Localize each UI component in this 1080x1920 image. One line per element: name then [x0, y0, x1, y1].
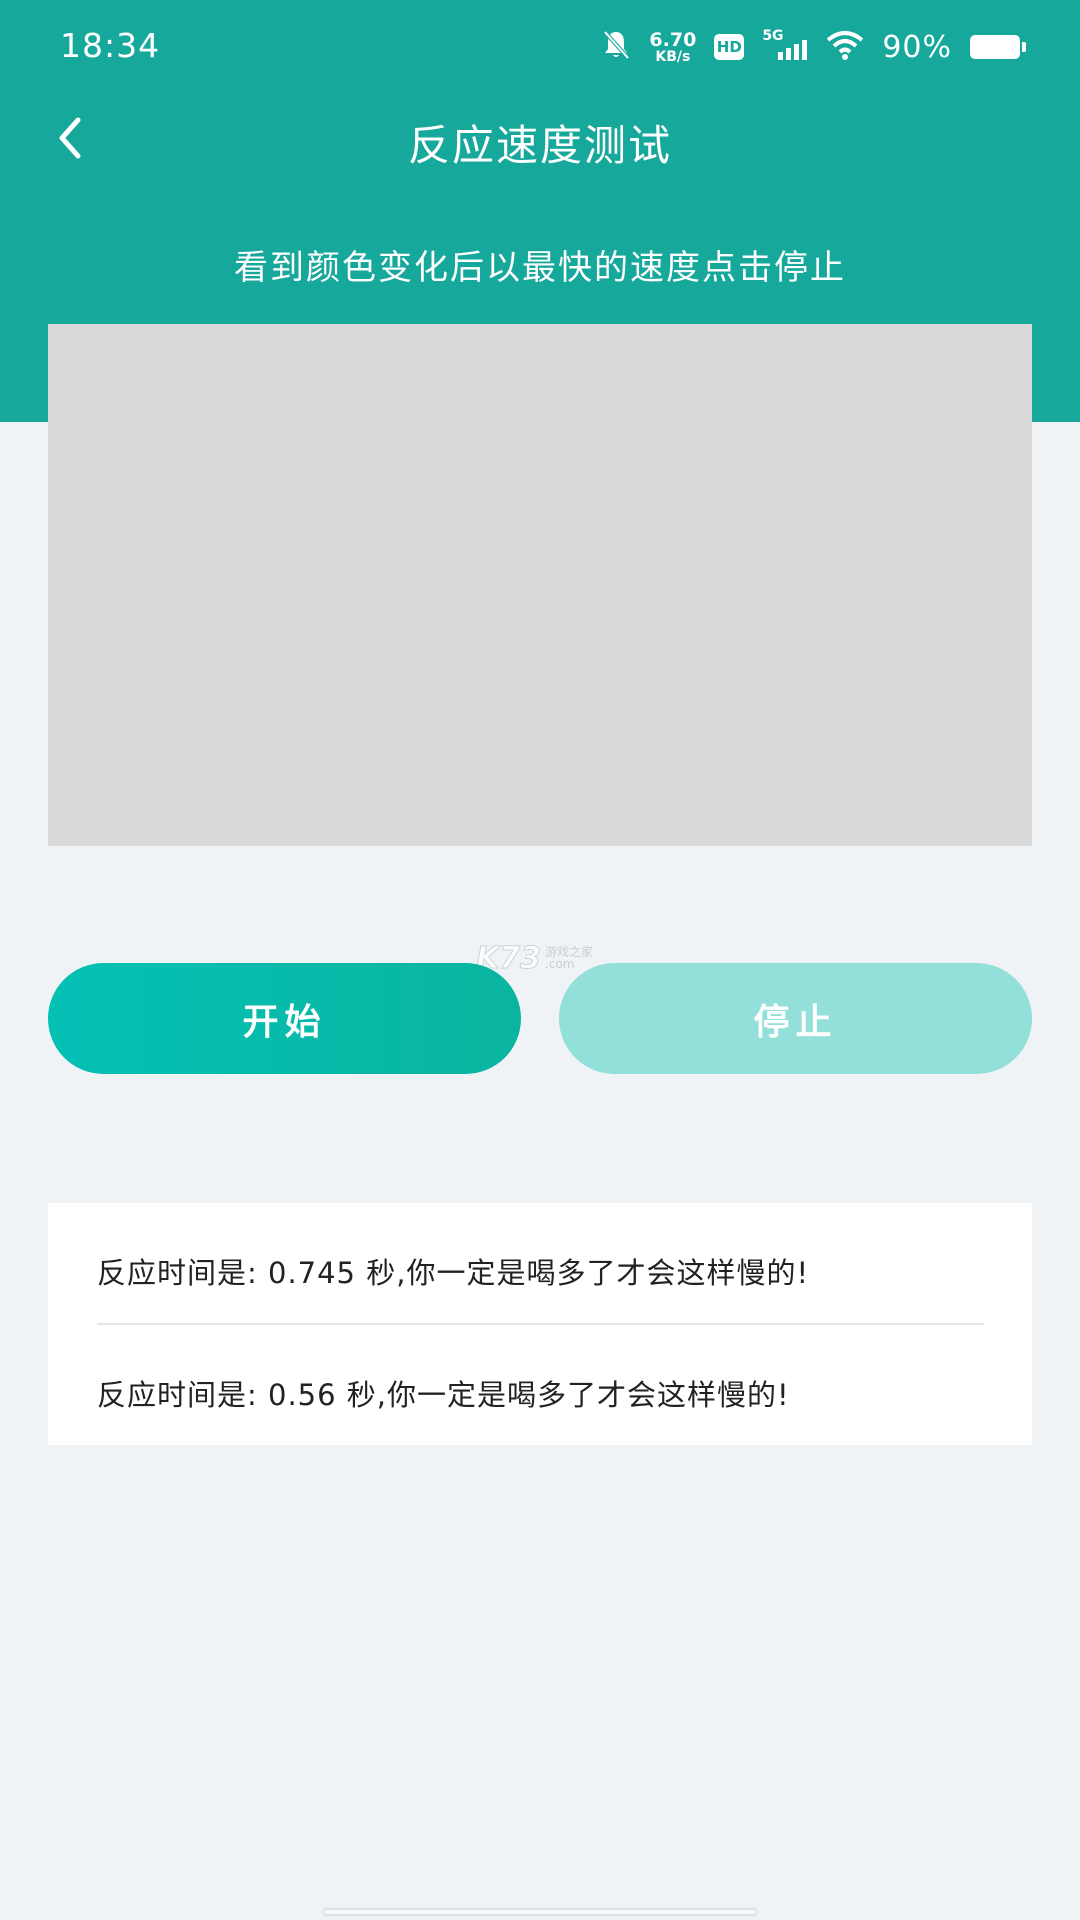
watermark-sub: 游戏之家 .com [545, 946, 593, 970]
watermark-sub-bottom: .com [545, 957, 575, 971]
status-time: 18:34 [60, 26, 161, 65]
signal-icon: 5G [762, 28, 808, 62]
hd-icon: HD [714, 34, 745, 60]
start-button[interactable]: 开始 [48, 963, 521, 1074]
status-bar: 18:34 6.70 KB/s HD 5G 90% [0, 0, 1080, 92]
instruction-text: 看到颜色变化后以最快的速度点击停止 [234, 248, 846, 288]
page-title: 反应速度测试 [407, 121, 672, 170]
battery-icon [970, 35, 1026, 59]
network-speed-unit: KB/s [655, 48, 691, 65]
bell-off-icon [601, 29, 631, 65]
stop-button[interactable]: 停止 [559, 963, 1032, 1074]
result-item: 反应时间是: 0.745 秒,你一定是喝多了才会这样慢的! [97, 1256, 810, 1290]
divider [97, 1323, 984, 1325]
results-list: 反应时间是: 0.745 秒,你一定是喝多了才会这样慢的! 反应时间是: 0.5… [48, 1203, 1032, 1445]
wifi-icon [826, 30, 864, 64]
status-icons: 6.70 KB/s HD 5G 90% [601, 28, 1026, 66]
result-item: 反应时间是: 0.56 秒,你一定是喝多了才会这样慢的! [97, 1378, 790, 1412]
home-indicator[interactable] [322, 1908, 758, 1916]
network-speed: 6.70 KB/s [649, 28, 697, 65]
reaction-test-area[interactable] [48, 324, 1032, 846]
network-speed-value: 6.70 [649, 28, 697, 51]
battery-percent: 90% [882, 29, 952, 65]
